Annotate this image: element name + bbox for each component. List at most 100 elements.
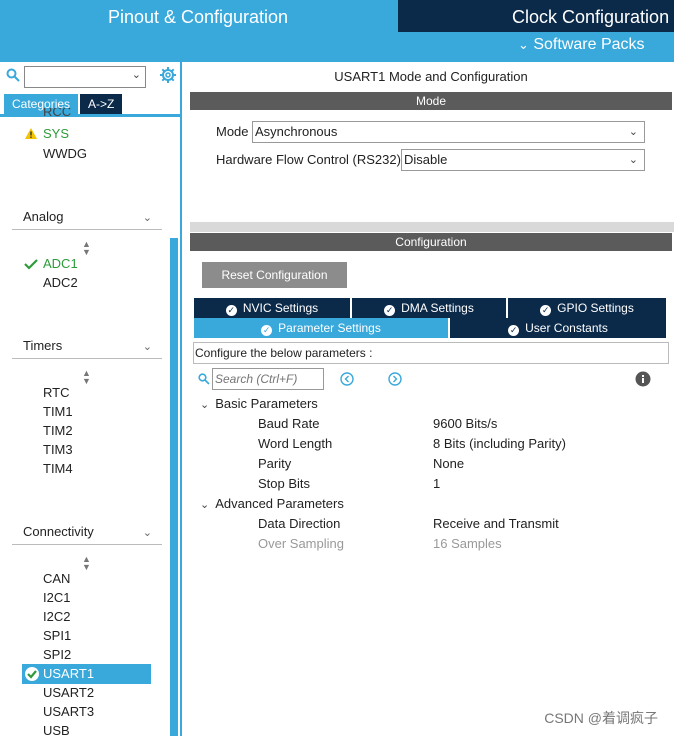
parameter-search-input[interactable] [212, 368, 324, 390]
advanced-parameters-group[interactable]: ⌄ Advanced Parameters [200, 496, 344, 511]
list-item-adc1[interactable]: ADC1 [43, 256, 78, 271]
configuration-header: Configuration [190, 233, 672, 251]
gear-icon[interactable] [159, 66, 177, 84]
tab-label: NVIC Settings [242, 301, 319, 315]
list-item-can[interactable]: CAN [43, 571, 70, 586]
group-connectivity-header[interactable]: Connectivity ⌄ [12, 523, 162, 545]
chevron-down-icon: ⌄ [200, 399, 210, 411]
param-value[interactable]: 8 Bits (including Parity) [433, 436, 566, 451]
list-item-rcc[interactable]: RCC [43, 108, 71, 118]
software-packs-label: Software Packs [533, 36, 645, 53]
list-item-wwdg[interactable]: WWDG [43, 146, 87, 161]
chevron-down-icon: ⌄ [131, 69, 141, 81]
param-value[interactable]: None [433, 456, 464, 471]
mode-header: Mode [190, 92, 672, 110]
mode-select[interactable]: Asynchronous ⌄ [252, 121, 645, 143]
param-name: Over Sampling [258, 536, 344, 551]
chevron-down-icon: ⌄ [142, 212, 152, 224]
list-item-i2c2[interactable]: I2C2 [43, 609, 70, 624]
tab-a-z[interactable]: A->Z [80, 94, 123, 114]
chevron-down-icon: ⌄ [142, 527, 152, 539]
tab-user-constants[interactable]: ✓ User Constants [450, 318, 666, 338]
mode-select-value: Asynchronous [255, 124, 338, 139]
flow-control-value: Disable [404, 152, 448, 167]
tab-parameter-settings[interactable]: ✓ Parameter Settings [194, 318, 448, 338]
search-icon [198, 373, 210, 385]
software-packs-menu[interactable]: ⌄ Software Packs [518, 36, 645, 54]
param-value[interactable]: 1 [433, 476, 440, 491]
tab-label: Parameter Settings [278, 321, 381, 335]
tab-nvic-settings[interactable]: ✓ NVIC Settings [194, 298, 350, 318]
chevron-down-icon: ⌄ [142, 341, 152, 353]
flow-control-label: Hardware Flow Control (RS232) [216, 152, 401, 167]
list-item-usart2[interactable]: USART2 [43, 685, 94, 700]
info-icon[interactable] [635, 371, 651, 387]
previous-arrow-icon[interactable] [340, 372, 354, 386]
tab-gpio-settings[interactable]: ✓ GPIO Settings [508, 298, 666, 318]
param-value[interactable]: 9600 Bits/s [433, 416, 497, 431]
group-analog-header[interactable]: Analog ⌄ [12, 208, 162, 230]
search-icon [6, 68, 20, 82]
param-name: Data Direction [258, 516, 341, 531]
panel-title: USART1 Mode and Configuration [334, 69, 528, 84]
tab-label: DMA Settings [401, 301, 474, 315]
configure-instructions: Configure the below parameters : [193, 342, 669, 364]
list-item-tim1[interactable]: TIM1 [43, 404, 73, 419]
chevron-down-icon: ⌄ [628, 126, 638, 138]
param-value[interactable]: Receive and Transmit [433, 516, 559, 531]
left-panel: ⌄ Categories A->Z RCC SYS WWDG Analog ⌄ ▲… [0, 62, 188, 736]
list-item-usb[interactable]: USB [43, 723, 70, 736]
chevron-down-icon: ⌄ [200, 499, 210, 511]
list-item-tim2[interactable]: TIM2 [43, 423, 73, 438]
check-icon [24, 259, 38, 270]
list-item-usart1[interactable]: USART1 [43, 666, 94, 681]
param-name: Parity [258, 456, 292, 471]
group-title: Timers [23, 338, 63, 353]
check-icon: ✓ [384, 305, 396, 316]
param-name: Baud Rate [258, 416, 320, 431]
sort-icon[interactable]: ▲ ▼ [82, 369, 91, 386]
chevron-down-icon: ⌄ [518, 37, 529, 52]
list-item-sys[interactable]: SYS [43, 126, 69, 141]
warning-icon [25, 128, 37, 139]
next-arrow-icon[interactable] [388, 372, 402, 386]
list-item-usart3[interactable]: USART3 [43, 704, 94, 719]
list-item-i2c1[interactable]: I2C1 [43, 590, 70, 605]
check-circle-icon [25, 667, 39, 681]
reset-configuration-button[interactable]: Reset Configuration [202, 262, 347, 288]
list-item-spi2[interactable]: SPI2 [43, 647, 71, 662]
section-divider [190, 222, 674, 232]
group-timers-header[interactable]: Timers ⌄ [12, 337, 162, 359]
list-item-spi1[interactable]: SPI1 [43, 628, 71, 643]
sort-icon[interactable]: ▲ ▼ [82, 240, 91, 257]
chevron-down-icon: ⌄ [628, 154, 638, 166]
mode-label: Mode [216, 124, 249, 139]
tab-label: User Constants [525, 321, 608, 335]
check-icon: ✓ [540, 305, 552, 316]
basic-parameters-group[interactable]: ⌄ Basic Parameters [200, 396, 318, 411]
param-name: Word Length [258, 436, 333, 451]
tab-label: GPIO Settings [557, 301, 634, 315]
left-panel-border [180, 62, 182, 736]
tab-dma-settings[interactable]: ✓ DMA Settings [352, 298, 506, 318]
left-scrollbar[interactable] [170, 238, 178, 736]
group-title: Connectivity [23, 524, 94, 539]
group-title: Basic Parameters [215, 396, 318, 411]
tab-underline [0, 114, 182, 117]
tab-clock-configuration[interactable]: Clock Configuration [398, 0, 674, 32]
tab-pinout-configuration[interactable]: Pinout & Configuration [0, 0, 396, 32]
list-item-tim4[interactable]: TIM4 [43, 461, 73, 476]
param-name: Stop Bits [258, 476, 311, 491]
list-item-rtc[interactable]: RTC [43, 385, 69, 400]
group-title: Analog [23, 209, 64, 224]
sort-icon[interactable]: ▲ ▼ [82, 555, 91, 572]
group-title: Advanced Parameters [215, 496, 344, 511]
param-value: 16 Samples [433, 536, 502, 551]
category-search-combo[interactable]: ⌄ [24, 66, 146, 88]
right-panel: USART1 Mode and Configuration Mode Mode … [190, 62, 674, 736]
check-icon: ✓ [261, 325, 273, 336]
list-item-tim3[interactable]: TIM3 [43, 442, 73, 457]
list-item-adc2[interactable]: ADC2 [43, 275, 78, 290]
flow-control-select[interactable]: Disable ⌄ [401, 149, 645, 171]
watermark: CSDN @着调疯子 [544, 710, 658, 726]
